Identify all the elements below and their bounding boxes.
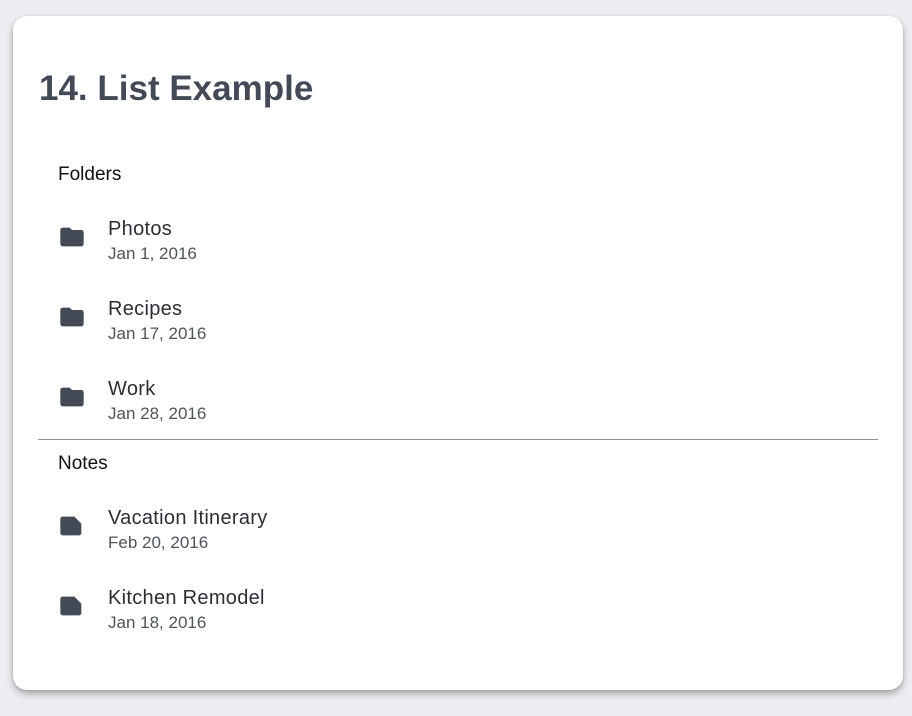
list-item-vacation-itinerary[interactable]: Vacation Itinerary Feb 20, 2016: [38, 488, 878, 568]
note-icon: [58, 512, 86, 540]
note-icon: [58, 592, 86, 620]
folder-icon: [58, 383, 86, 411]
list-item-date: Jan 1, 2016: [108, 244, 197, 263]
list-item-photos[interactable]: Photos Jan 1, 2016: [38, 199, 878, 279]
subheader-notes: Notes: [58, 453, 108, 474]
subheader-folders: Folders: [58, 164, 122, 185]
folder-icon: [58, 223, 86, 251]
list-item-title: Work: [108, 378, 156, 400]
list-item-date: Jan 18, 2016: [108, 613, 207, 632]
folder-icon: [58, 303, 86, 331]
list-item-title: Kitchen Remodel: [108, 587, 265, 609]
list-item-date: Jan 28, 2016: [108, 404, 207, 423]
list-item-title: Photos: [108, 218, 173, 240]
list-item-date: Jan 17, 2016: [108, 324, 207, 343]
list-item-recipes[interactable]: Recipes Jan 17, 2016: [38, 279, 878, 359]
list-card: 14. List Example Folders Photos Jan 1, 2…: [13, 16, 903, 690]
list-item-work[interactable]: Work Jan 28, 2016: [38, 359, 878, 439]
list-item-date: Feb 20, 2016: [108, 533, 209, 552]
list-item-title: Recipes: [108, 298, 183, 320]
list-item-title: Vacation Itinerary: [108, 507, 268, 529]
list-item-kitchen-remodel[interactable]: Kitchen Remodel Jan 18, 2016: [38, 568, 878, 648]
page-title: 14. List Example: [39, 69, 314, 108]
list: Folders Photos Jan 1, 2016 Recipes Jan 1…: [38, 151, 878, 648]
